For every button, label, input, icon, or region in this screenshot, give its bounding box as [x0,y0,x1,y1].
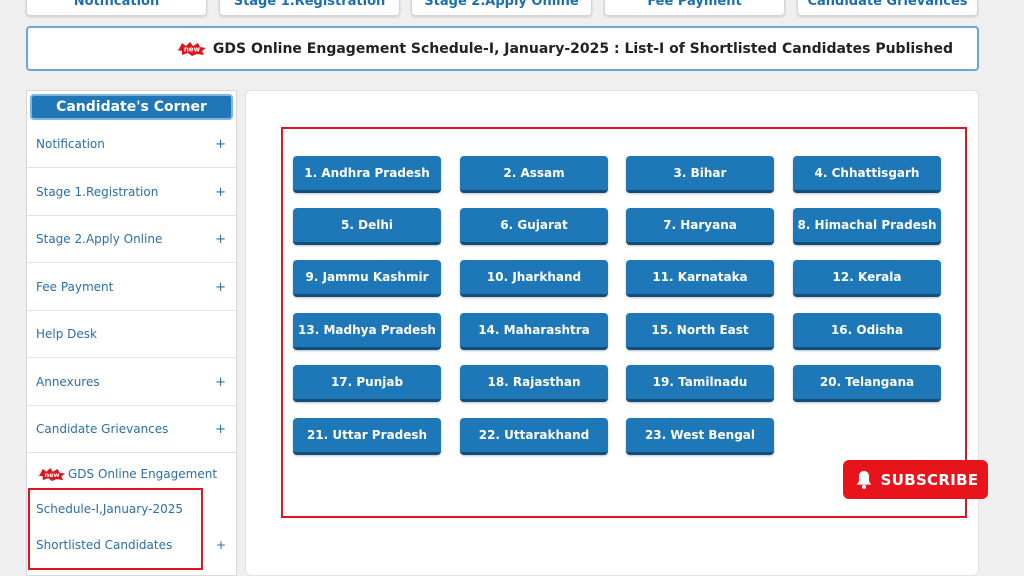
sidebar-item-label: Fee Payment [36,280,114,294]
state-button-rajasthan[interactable]: 18. Rajasthan [460,365,608,402]
svg-text:new: new [44,470,59,478]
state-button-maharashtra[interactable]: 14. Maharashtra [460,313,608,350]
expand-plus-icon[interactable]: + [215,185,226,200]
sidebar-item-stage2-apply-online[interactable]: Stage 2.Apply Online + [27,216,236,263]
tab-stage2-apply-online[interactable]: Stage 2.Apply Online [411,0,592,16]
state-button-jharkhand[interactable]: 10. Jharkhand [460,260,608,297]
state-button-karnataka[interactable]: 11. Karnataka [626,260,774,297]
sidebar-item-label: Candidate Grievances [36,422,169,436]
state-button-punjab[interactable]: 17. Punjab [293,365,441,402]
highlight-box-sidebar [28,488,203,570]
top-navigation: Notification Stage 1.Registration Stage … [0,0,1024,16]
subscribe-label: SUBSCRIBE [880,470,979,489]
state-button-delhi[interactable]: 5. Delhi [293,208,441,245]
svg-text:new: new [184,45,201,53]
new-badge-icon: new [38,467,66,481]
announcement-banner: new GDS Online Engagement Schedule-I, Ja… [26,26,979,71]
state-button-bihar[interactable]: 3. Bihar [626,156,774,193]
engagement-line1[interactable]: GDS Online Engagement [68,467,217,481]
sidebar-item-label: Annexures [36,375,100,389]
state-button-north-east[interactable]: 15. North East [626,313,774,350]
state-button-telangana[interactable]: 20. Telangana [793,365,941,402]
new-badge-icon: new [176,41,207,56]
sidebar-item-label: Stage 2.Apply Online [36,232,163,246]
state-button-haryana[interactable]: 7. Haryana [626,208,774,245]
state-button-gujarat[interactable]: 6. Gujarat [460,208,608,245]
state-button-jammu-kashmir[interactable]: 9. Jammu Kashmir [293,260,441,297]
sidebar-item-label: Stage 1.Registration [36,185,159,199]
sidebar-item-fee-payment[interactable]: Fee Payment + [27,264,236,311]
state-button-west-bengal[interactable]: 23. West Bengal [626,418,774,455]
state-button-tamilnadu[interactable]: 19. Tamilnadu [626,365,774,402]
state-button-kerala[interactable]: 12. Kerala [793,260,941,297]
state-button-madhya-pradesh[interactable]: 13. Madhya Pradesh [293,313,441,350]
sidebar-item-stage1-registration[interactable]: Stage 1.Registration + [27,169,236,216]
state-button-assam[interactable]: 2. Assam [460,156,608,193]
sidebar-item-annexures[interactable]: Annexures + [27,359,236,406]
tab-candidate-grievances[interactable]: Candidate Grievances [797,0,978,16]
tab-stage1-registration[interactable]: Stage 1.Registration [219,0,400,16]
banner-text[interactable]: GDS Online Engagement Schedule-I, Januar… [213,41,953,57]
expand-plus-icon[interactable]: + [215,232,226,247]
state-button-odisha[interactable]: 16. Odisha [793,313,941,350]
sidebar-item-label: Help Desk [36,327,97,341]
sidebar-item-notification[interactable]: Notification + [27,121,236,168]
expand-plus-icon[interactable]: + [215,137,226,152]
state-button-andhra-pradesh[interactable]: 1. Andhra Pradesh [293,156,441,193]
subscribe-button[interactable]: SUBSCRIBE [843,460,988,499]
state-button-himachal-pradesh[interactable]: 8. Himachal Pradesh [793,208,941,245]
state-button-chhattisgarh[interactable]: 4. Chhattisgarh [793,156,941,193]
tab-notification[interactable]: Notification [26,0,207,16]
expand-plus-icon[interactable]: + [215,375,226,390]
tab-fee-payment[interactable]: Fee Payment [604,0,785,16]
sidebar-title: Candidate's Corner [30,94,233,120]
expand-plus-icon[interactable]: + [215,280,226,295]
expand-plus-icon[interactable]: + [215,422,226,437]
state-button-uttar-pradesh[interactable]: 21. Uttar Pradesh [293,418,441,455]
sidebar-item-help-desk[interactable]: Help Desk [27,311,236,358]
state-button-uttarakhand[interactable]: 22. Uttarakhand [460,418,608,455]
bell-icon [856,470,871,489]
sidebar-item-label: Notification [36,137,105,151]
expand-plus-icon[interactable]: + [216,538,226,552]
sidebar-item-candidate-grievances[interactable]: Candidate Grievances + [27,406,236,453]
